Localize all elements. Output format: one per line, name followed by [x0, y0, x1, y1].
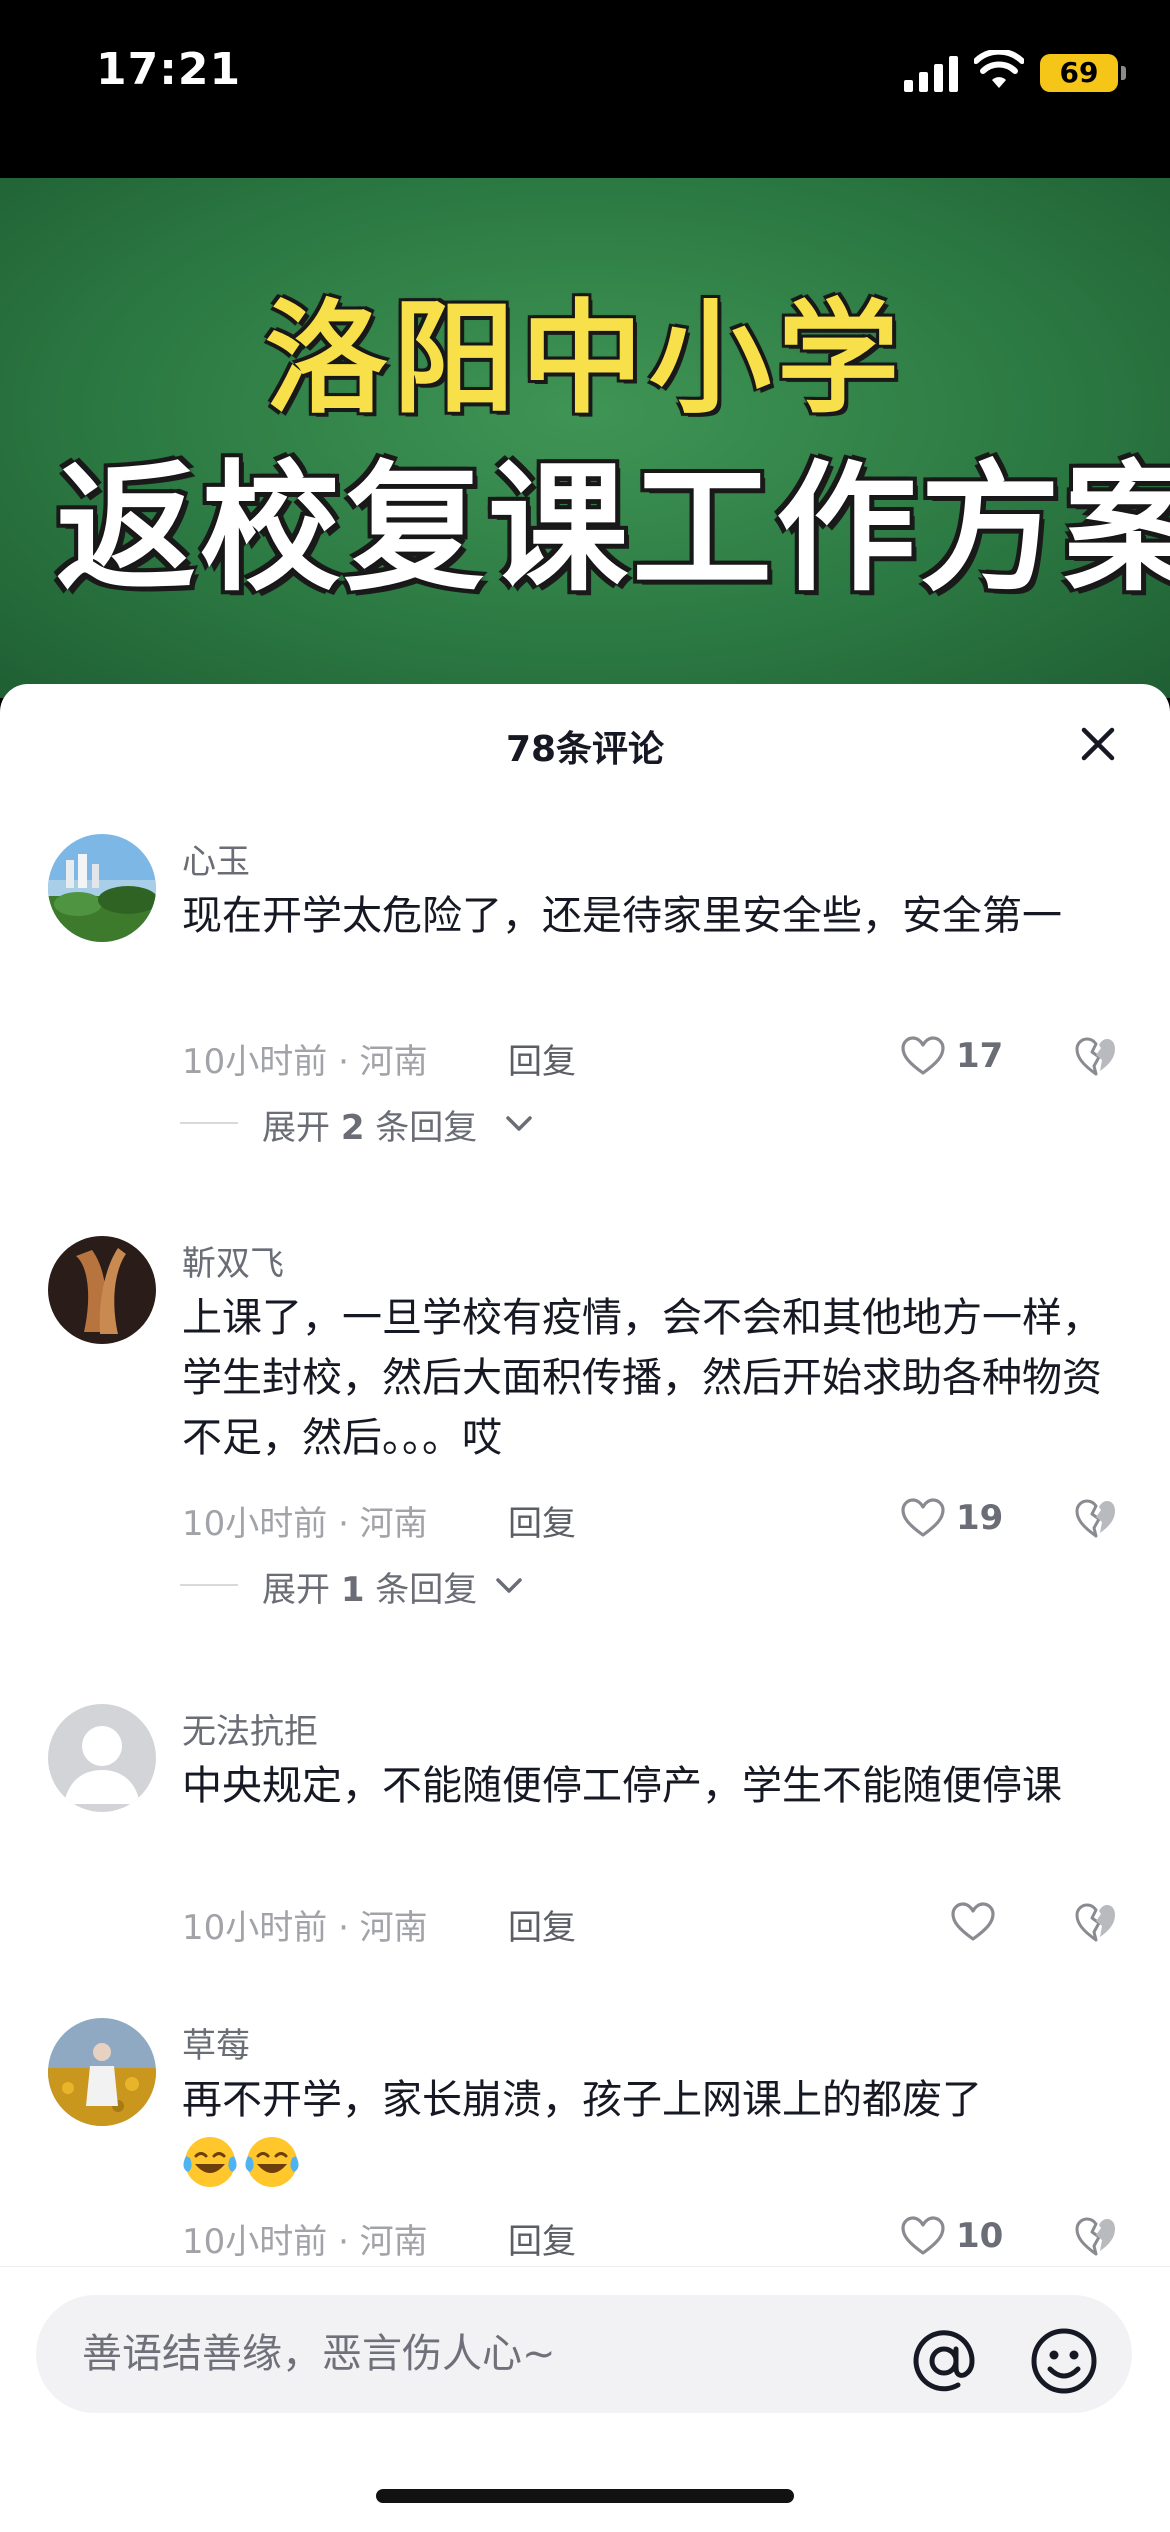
- wifi-icon: [974, 50, 1024, 88]
- broken-heart-icon[interactable]: [1074, 1036, 1118, 1078]
- broken-heart-icon[interactable]: [1074, 1498, 1118, 1540]
- avatar[interactable]: [48, 2018, 156, 2126]
- comment-item: 无法抗拒 中央规定，不能随便停工停产，学生不能随便停课 10小时前 · 河南 回…: [0, 1704, 1170, 1948]
- banner-title-line2: 返校复课工作方案: [56, 448, 1170, 611]
- expand-replies-label: 展开 2 条回复: [262, 1108, 478, 1148]
- at-sign-icon[interactable]: [908, 2325, 980, 2397]
- comment-username[interactable]: 靳双飞: [182, 1236, 284, 1285]
- expand-replies[interactable]: 展开 1 条回复: [180, 1562, 580, 1610]
- like-count: 19: [956, 1498, 1004, 1538]
- status-time: 17:21: [96, 44, 242, 95]
- comment-text: 再不开学，家长崩溃，孩子上网课上的都废了: [182, 2070, 1102, 2190]
- reply-button[interactable]: 回复: [508, 2214, 576, 2263]
- expand-replies-label: 展开 1 条回复: [262, 1570, 478, 1610]
- reply-button[interactable]: 回复: [508, 1496, 576, 1545]
- heart-outline-icon: [901, 2216, 945, 2255]
- home-indicator[interactable]: [376, 2489, 794, 2503]
- comment-input-bar: [0, 2266, 1170, 2532]
- comment-username[interactable]: 心玉: [182, 834, 250, 883]
- comment-item: 心玉 现在开学太危险了，还是待家里安全些，安全第一 10小时前 · 河南 回复 …: [0, 834, 1170, 1148]
- comment-meta: 10小时前 · 河南: [182, 2222, 428, 2262]
- video-banner[interactable]: 洛阳中小学 返校复课工作方案: [0, 178, 1170, 698]
- comment-sheet: 78条评论 心玉 现在开学太危险了，还是待家里安全些，安全第一 10小时前 · …: [0, 684, 1170, 2532]
- heart-outline-icon: [901, 1036, 945, 1075]
- comment-meta: 10小时前 · 河南: [182, 1908, 428, 1948]
- comment-item: 草莓 再不开学，家长崩溃，孩子上网课上的都废了 10小时前 · 河南 回复 10: [0, 2018, 1170, 2268]
- cellular-signal-icon: [904, 56, 958, 92]
- heart-outline-icon: [901, 1498, 945, 1537]
- like-count: 17: [956, 1036, 1004, 1076]
- reply-button[interactable]: 回复: [508, 1900, 576, 1949]
- comment-text: 上课了，一旦学校有疫情，会不会和其他地方一样，学生封校，然后大面积传播，然后开始…: [182, 1295, 1102, 1461]
- laughing-crying-emoji-icon: [245, 2137, 299, 2187]
- avatar[interactable]: [48, 834, 156, 942]
- broken-heart-icon[interactable]: [1074, 2216, 1118, 2258]
- reply-button[interactable]: 回复: [508, 1034, 576, 1083]
- laughing-crying-emoji-icon: [183, 2137, 237, 2187]
- comment-count-title: 78条评论: [505, 729, 665, 770]
- comment-meta: 10小时前 · 河南: [182, 1504, 428, 1544]
- chevron-down-icon: [496, 1578, 522, 1593]
- chevron-down-icon: [506, 1116, 532, 1131]
- close-icon[interactable]: [1074, 720, 1122, 768]
- comment-username[interactable]: 无法抗拒: [182, 1704, 318, 1753]
- heart-outline-icon: [951, 1902, 995, 1941]
- comment-username[interactable]: 草莓: [182, 2018, 250, 2067]
- comment-text-body: 再不开学，家长崩溃，孩子上网课上的都废了: [182, 2077, 982, 2123]
- comment-text: 中央规定，不能随便停工停产，学生不能随便停课: [182, 1763, 1062, 1809]
- broken-heart-icon[interactable]: [1074, 1902, 1118, 1944]
- expand-replies[interactable]: 展开 2 条回复: [180, 1100, 580, 1148]
- expand-divider: [180, 1584, 238, 1586]
- battery-indicator: 69: [1040, 54, 1126, 92]
- expand-divider: [180, 1122, 238, 1124]
- like-count: 10: [956, 2216, 1004, 2256]
- comment-meta: 10小时前 · 河南: [182, 1042, 428, 1082]
- status-bar: 17:21 69: [0, 0, 1170, 178]
- avatar[interactable]: [48, 1236, 156, 1344]
- comment-item: 靳双飞 上课了，一旦学校有疫情，会不会和其他地方一样，学生封校，然后大面积传播，…: [0, 1236, 1170, 1610]
- smiley-icon[interactable]: [1028, 2325, 1100, 2397]
- banner-title-line1: 洛阳中小学: [265, 288, 905, 430]
- avatar[interactable]: [48, 1704, 156, 1812]
- comment-text: 现在开学太危险了，还是待家里安全些，安全第一: [182, 893, 1062, 939]
